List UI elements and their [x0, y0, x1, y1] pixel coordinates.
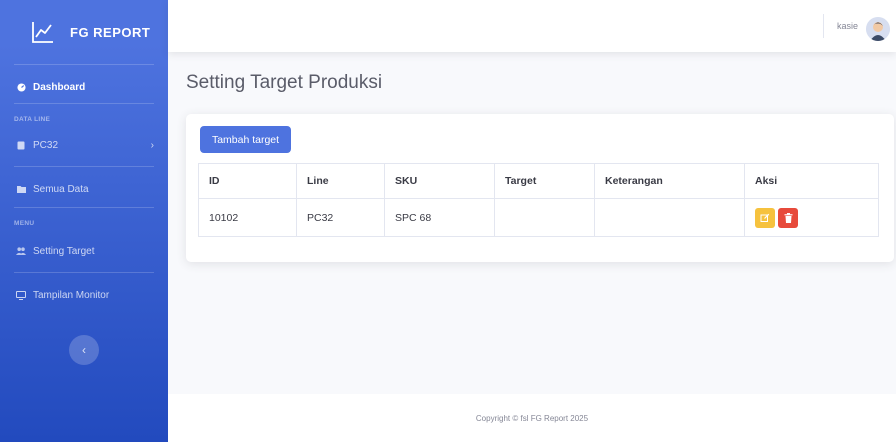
sidebar-item-label: Tampilan Monitor: [33, 289, 110, 301]
sidebar-item-label: Dashboard: [33, 81, 86, 93]
cell-target: [494, 198, 595, 237]
table-header-row: ID Line SKU Target Keterangan Aksi: [198, 163, 879, 199]
topbar-divider: [823, 14, 824, 38]
edit-icon: [760, 213, 770, 222]
sidebar-item-label: Semua Data: [33, 183, 89, 195]
column-header-line: Line: [296, 163, 385, 199]
sidebar-heading-data-line: DATA LINE: [14, 116, 51, 123]
brand-name: FG REPORT: [70, 24, 151, 40]
page-title: Setting Target Produksi: [186, 72, 383, 93]
sidebar-item-pc32[interactable]: PC32 ›: [0, 130, 168, 160]
folder-icon: [14, 185, 28, 193]
users-icon: [14, 247, 28, 255]
sidebar-heading-menu: MENU: [14, 220, 35, 227]
sidebar-item-label: PC32: [33, 139, 59, 151]
edit-button[interactable]: [755, 207, 775, 228]
add-target-button[interactable]: Tambah target: [200, 126, 291, 153]
chevron-right-icon: ›: [150, 139, 154, 151]
sidebar-item-tampilan-monitor[interactable]: Tampilan Monitor: [0, 277, 168, 313]
sidebar-item-semua-data[interactable]: Semua Data: [0, 171, 168, 207]
column-header-target: Target: [494, 163, 595, 199]
cell-line: PC32: [296, 198, 385, 237]
sidebar-divider: [14, 166, 154, 167]
cell-id: 10102: [198, 198, 297, 237]
column-header-keterangan: Keterangan: [594, 163, 745, 199]
cell-sku: SPC 68: [384, 198, 495, 237]
sidebar-divider: [14, 64, 154, 65]
column-header-id: ID: [198, 163, 297, 199]
trash-icon: [784, 212, 792, 223]
column-header-aksi: Aksi: [744, 163, 879, 199]
monitor-icon: [14, 290, 28, 300]
target-card: Tambah target ID Line SKU Target Keteran…: [186, 114, 894, 262]
delete-button[interactable]: [778, 207, 798, 228]
brand[interactable]: FG REPORT: [0, 0, 168, 64]
cell-keterangan: [594, 198, 745, 237]
footer: Copyright © fsl FG Report 2025: [168, 394, 896, 442]
user-name[interactable]: kasie: [837, 21, 858, 31]
topbar: kasie: [168, 0, 896, 52]
chevron-left-icon: ‹: [82, 343, 86, 357]
chart-line-icon: [30, 19, 56, 45]
copyright-text: Copyright © fsl FG Report 2025: [475, 413, 589, 423]
dashboard-icon: [14, 82, 28, 92]
sidebar-item-setting-target[interactable]: Setting Target: [0, 234, 168, 268]
target-table: ID Line SKU Target Keterangan Aksi 10102…: [198, 163, 879, 237]
cell-aksi: [744, 198, 879, 237]
table-row: 10102 PC32 SPC 68: [198, 198, 879, 237]
sidebar-divider: [14, 272, 154, 273]
file-icon: [14, 141, 28, 150]
user-avatar-icon[interactable]: [866, 17, 890, 41]
sidebar-item-dashboard[interactable]: Dashboard: [0, 71, 168, 103]
sidebar: FG REPORT Dashboard DATA LINE PC32 › Sem…: [0, 0, 168, 442]
sidebar-item-label: Setting Target: [33, 245, 95, 257]
sidebar-toggle-button[interactable]: ‹: [69, 335, 99, 365]
column-header-sku: SKU: [384, 163, 495, 199]
